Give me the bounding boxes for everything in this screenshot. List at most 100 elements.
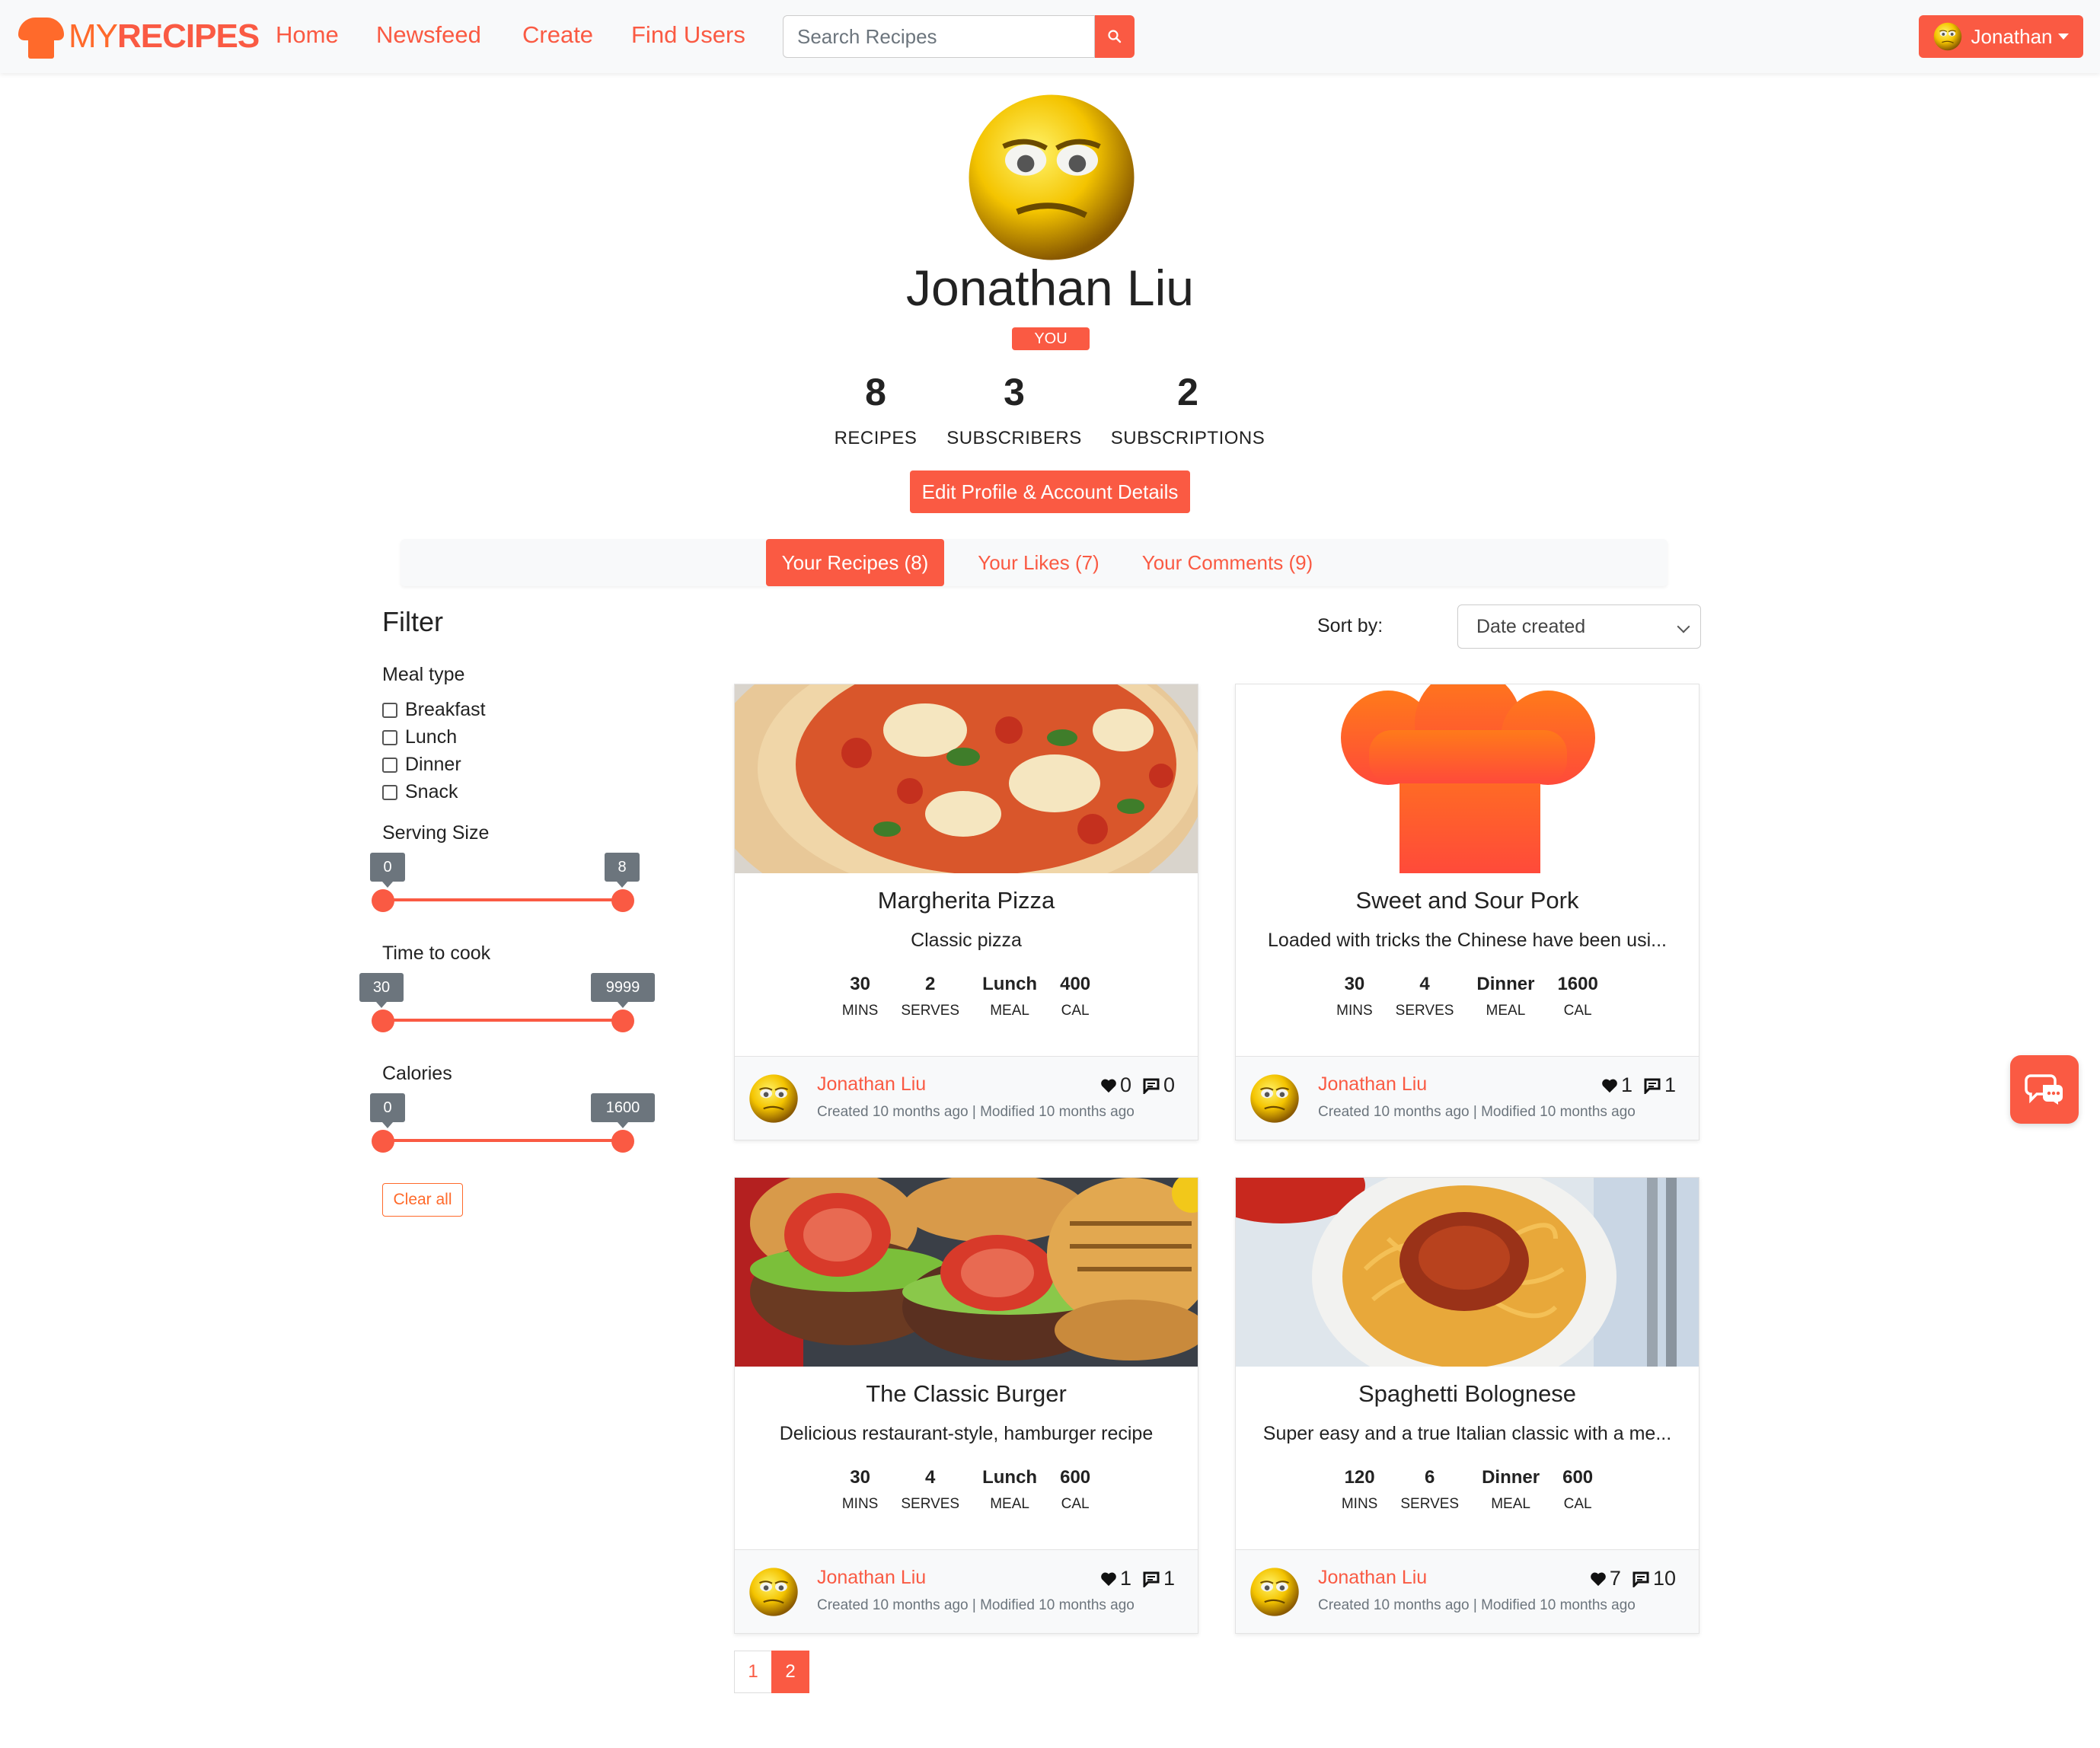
author-avatar[interactable]: [1249, 1073, 1300, 1124]
checkbox-lunch[interactable]: Lunch: [382, 726, 457, 748]
recipe-title[interactable]: The Classic Burger: [735, 1380, 1198, 1408]
likes-count: 7: [1609, 1567, 1621, 1590]
recipe-stats: 30 MINS 2 SERVES Lunch MEAL 400 CAL: [735, 974, 1198, 1019]
sort-selected-value: Date created: [1476, 615, 1586, 637]
heart-icon: [1101, 1079, 1116, 1092]
slider-min-handle[interactable]: [372, 1010, 394, 1032]
slider-max-handle[interactable]: [611, 889, 634, 912]
recipe-image: [1236, 1178, 1699, 1367]
stat-serves: 2 SERVES: [901, 974, 959, 1019]
checkbox-breakfast[interactable]: Breakfast: [382, 699, 486, 721]
slider-min-handle[interactable]: [372, 889, 394, 912]
nav-link-newsfeed[interactable]: Newsfeed: [376, 21, 481, 49]
recipe-footer: Jonathan Liu Created 10 months ago | Mod…: [735, 1056, 1198, 1140]
recipe-title[interactable]: Margherita Pizza: [735, 887, 1198, 914]
recipe-card[interactable]: Sweet and Sour Pork Loaded with tricks t…: [1235, 684, 1699, 1140]
slider-max-handle[interactable]: [611, 1010, 634, 1032]
stat-label: RECIPES: [834, 428, 918, 448]
time-to-cook-slider[interactable]: 30 9999: [359, 973, 655, 1034]
recipe-card[interactable]: Spaghetti Bolognese Super easy and a tru…: [1235, 1177, 1699, 1634]
navbar: MYRECIPES Home Newsfeed Create Find User…: [0, 0, 2100, 73]
author-avatar[interactable]: [1249, 1567, 1300, 1617]
clear-all-button[interactable]: Clear all: [382, 1183, 463, 1217]
tab-your-likes[interactable]: Your Likes (7): [956, 539, 1121, 586]
author-link[interactable]: Jonathan Liu: [817, 1073, 926, 1096]
author-avatar[interactable]: [748, 1567, 799, 1617]
comments-count: 0: [1163, 1073, 1175, 1096]
stat-label: MEAL: [1491, 1496, 1530, 1512]
stat-label: MEAL: [1486, 1003, 1526, 1019]
author-link[interactable]: Jonathan Liu: [1318, 1567, 1427, 1589]
stat-value: 2: [1177, 371, 1198, 413]
recipe-counts: 1 1: [1598, 1073, 1676, 1097]
edit-profile-button[interactable]: Edit Profile & Account Details: [910, 470, 1190, 513]
sort-select[interactable]: Date created: [1457, 604, 1701, 649]
nav-link-home[interactable]: Home: [276, 21, 339, 49]
stat-value: 4: [1419, 974, 1430, 994]
modified-date: Modified 10 months ago: [1481, 1104, 1636, 1120]
checkbox-box[interactable]: [382, 757, 397, 773]
stat-mins: 30 MINS: [842, 974, 879, 1019]
pagination-page-1[interactable]: 1: [734, 1651, 772, 1693]
tab-your-recipes[interactable]: Your Recipes (8): [766, 539, 944, 586]
stat-value: 30: [850, 1467, 870, 1488]
stat-meal: Dinner MEAL: [1482, 1467, 1540, 1513]
search-button[interactable]: [1095, 15, 1135, 58]
likes-count: 1: [1620, 1073, 1632, 1096]
calories-slider[interactable]: 0 1600: [370, 1093, 655, 1154]
logo-text: MYRECIPES: [69, 18, 260, 56]
checkbox-dinner[interactable]: Dinner: [382, 754, 461, 776]
stat-value: 30: [1344, 974, 1365, 994]
nav-link-create[interactable]: Create: [522, 21, 593, 49]
recipe-card[interactable]: Margherita Pizza Classic pizza 30 MINS 2 S…: [734, 684, 1198, 1140]
stat-mins: 30 MINS: [842, 1467, 879, 1513]
recipe-description: Super easy and a true Italian classic wi…: [1262, 1423, 1672, 1444]
author-link[interactable]: Jonathan Liu: [1318, 1073, 1427, 1096]
serving-size-label: Serving Size: [382, 822, 490, 844]
logo[interactable]: MYRECIPES: [18, 14, 260, 59]
stat-label: CAL: [1061, 1496, 1090, 1512]
stat-label: SUBSCRIPTIONS: [1110, 428, 1265, 448]
user-menu-button[interactable]: Jonathan: [1919, 15, 2083, 58]
author-link[interactable]: Jonathan Liu: [817, 1567, 926, 1589]
stat-label: MEAL: [990, 1496, 1029, 1512]
date-separator: |: [1473, 1597, 1477, 1613]
recipe-title[interactable]: Spaghetti Bolognese: [1236, 1380, 1699, 1408]
stat-value: 30: [850, 974, 870, 994]
checkbox-box[interactable]: [382, 784, 397, 800]
recipe-card[interactable]: The Classic Burger Delicious restaurant-…: [734, 1177, 1198, 1634]
recipe-title[interactable]: Sweet and Sour Pork: [1236, 887, 1699, 914]
checkbox-label: Lunch: [405, 726, 458, 748]
stat-value: Dinner: [1476, 974, 1535, 994]
slider-max-handle[interactable]: [611, 1130, 634, 1153]
checkbox-box[interactable]: [382, 702, 397, 718]
chat-button[interactable]: [2010, 1055, 2079, 1124]
author-avatar[interactable]: [748, 1073, 799, 1124]
slider-min-handle[interactable]: [372, 1130, 394, 1153]
checkbox-box[interactable]: [382, 729, 397, 745]
date-separator: |: [1473, 1104, 1477, 1120]
stat-label: MINS: [841, 1496, 879, 1512]
recipe-stats: 120 MINS 6 SERVES Dinner MEAL 600 CAL: [1236, 1467, 1699, 1513]
recipe-counts: 1 1: [1097, 1567, 1175, 1590]
nav-link-find-users[interactable]: Find Users: [631, 21, 745, 49]
comments-count: 1: [1163, 1567, 1175, 1590]
checkbox-label: Snack: [405, 781, 458, 802]
stat-label: CAL: [1061, 1003, 1090, 1019]
modified-date: Modified 10 months ago: [980, 1597, 1135, 1613]
search-input[interactable]: [783, 15, 1095, 58]
stat-cal: 400 CAL: [1060, 974, 1090, 1019]
stat-value: 400: [1060, 974, 1091, 994]
created-date: Created 10 months ago: [1318, 1597, 1470, 1613]
tab-your-comments[interactable]: Your Comments (9): [1113, 539, 1342, 586]
modified-date: Modified 10 months ago: [1481, 1597, 1636, 1613]
recipe-counts: 7 10: [1587, 1567, 1676, 1590]
recipe-footer: Jonathan Liu Created 10 months ago | Mod…: [735, 1549, 1198, 1633]
checkbox-snack[interactable]: Snack: [382, 781, 458, 803]
heart-icon: [1101, 1572, 1116, 1586]
serving-size-slider[interactable]: 0 8: [370, 853, 644, 914]
stat-value: Dinner: [1482, 1467, 1540, 1488]
pagination-page-2[interactable]: 2: [771, 1651, 809, 1693]
stat-serves: 4 SERVES: [901, 1467, 959, 1513]
comment-icon: [1143, 1078, 1160, 1094]
